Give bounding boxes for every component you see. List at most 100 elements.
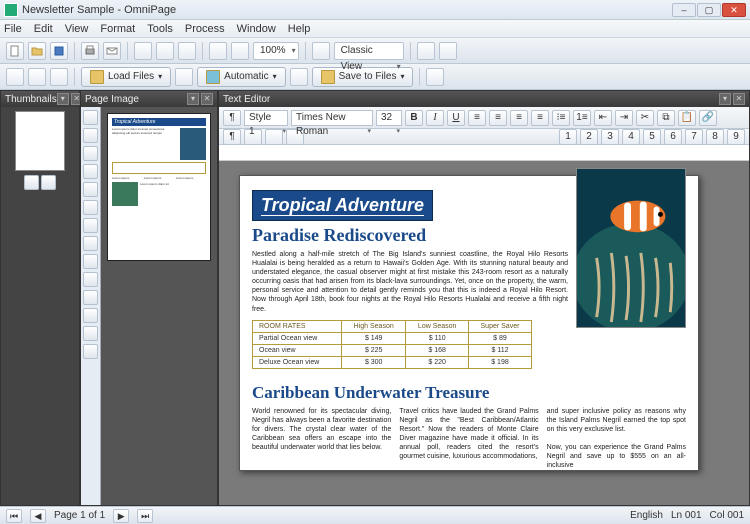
rotate-tool[interactable]	[83, 236, 98, 251]
crop-tool[interactable]	[83, 272, 98, 287]
options-icon[interactable]	[134, 42, 152, 60]
zoom-icon[interactable]	[231, 42, 249, 60]
ruler[interactable]	[219, 145, 749, 161]
table-row: Ocean view$ 225$ 168$ 112	[253, 344, 532, 356]
font-select[interactable]: Times New Roman	[291, 110, 373, 126]
bullet-list-button[interactable]: ⁝≡	[552, 110, 570, 126]
page-image-view[interactable]: Tropical Adventure Lorem ipsum dolor sit…	[101, 107, 217, 505]
panel-menu-icon[interactable]: ▾	[719, 93, 731, 105]
tb-mark5[interactable]: 5	[643, 129, 661, 145]
erase-tool[interactable]	[83, 308, 98, 323]
document-area[interactable]: Tropical Adventure Paradise Rediscovered…	[219, 161, 749, 505]
align-center-button[interactable]: ≡	[489, 110, 507, 126]
para-style-icon[interactable]: ¶	[223, 110, 241, 126]
menu-process[interactable]: Process	[185, 23, 225, 35]
panel-close-icon[interactable]: ✕	[733, 93, 745, 105]
tb-mark9[interactable]: 9	[727, 129, 745, 145]
save-file-icon	[321, 70, 335, 84]
automatic-button[interactable]: Automatic▾	[197, 67, 285, 87]
save-icon[interactable]	[50, 42, 68, 60]
tool2-icon[interactable]	[178, 42, 196, 60]
menu-format[interactable]: Format	[100, 23, 135, 35]
new-icon[interactable]	[6, 42, 24, 60]
underline-button[interactable]: U	[447, 110, 465, 126]
mail-icon[interactable]	[103, 42, 121, 60]
hand-tool[interactable]	[83, 128, 98, 143]
tb-mark3[interactable]: 3	[601, 129, 619, 145]
menu-view[interactable]: View	[65, 23, 89, 35]
maximize-button[interactable]: ▢	[697, 3, 721, 17]
zoom-select[interactable]: 100%	[253, 42, 299, 60]
paste-button[interactable]: 📋	[678, 110, 696, 126]
align-right-button[interactable]: ≡	[510, 110, 528, 126]
italic-button[interactable]: I	[426, 110, 444, 126]
menu-file[interactable]: File	[4, 23, 22, 35]
number-list-button[interactable]: 1≡	[573, 110, 591, 126]
tb-mark8[interactable]: 8	[706, 129, 724, 145]
tb-mark4[interactable]: 4	[622, 129, 640, 145]
outdent-button[interactable]: ⇤	[594, 110, 612, 126]
bold-button[interactable]: B	[405, 110, 423, 126]
panel-menu-icon[interactable]: ▾	[57, 93, 69, 105]
zoom-tool[interactable]	[83, 326, 98, 341]
page-image-panel: Page Image ▾✕ Trop	[80, 90, 218, 506]
style-select[interactable]: Style 1	[244, 110, 288, 126]
wf-step2-icon[interactable]	[28, 68, 46, 86]
wf-step1-icon[interactable]	[6, 68, 24, 86]
last-page-button[interactable]: ⏭	[137, 509, 153, 523]
tool-icon[interactable]	[156, 42, 174, 60]
fit-tool[interactable]	[83, 344, 98, 359]
show-formatting-button[interactable]: ¶	[223, 129, 241, 145]
size-select[interactable]: 32	[376, 110, 402, 126]
prev-page-button[interactable]: ◀	[30, 509, 46, 523]
thumb-tool1[interactable]	[24, 175, 39, 190]
doc-col3: and super inclusive policy as reasons wh…	[547, 407, 686, 471]
load-files-button[interactable]: Load Files▾	[81, 67, 171, 87]
doc-heading1: Paradise Rediscovered	[252, 225, 568, 246]
menu-edit[interactable]: Edit	[34, 23, 53, 35]
close-button[interactable]: ✕	[722, 3, 746, 17]
tb-mark1[interactable]: 1	[559, 129, 577, 145]
tb-mark7[interactable]: 7	[685, 129, 703, 145]
link-button[interactable]: 🔗	[699, 110, 717, 126]
reorder-tool[interactable]	[83, 218, 98, 233]
view-select[interactable]: Classic View	[334, 42, 404, 60]
text-tool[interactable]	[83, 182, 98, 197]
open-icon[interactable]	[28, 42, 46, 60]
rates-table: ROOM RATESHigh SeasonLow SeasonSuper Sav…	[252, 320, 532, 369]
wf-arrow1-icon[interactable]	[175, 68, 193, 86]
tb-mark2[interactable]: 2	[580, 129, 598, 145]
extra1-icon[interactable]	[417, 42, 435, 60]
wf-arrow2-icon[interactable]	[290, 68, 308, 86]
first-page-button[interactable]: ⏮	[6, 509, 22, 523]
auto-icon	[206, 70, 220, 84]
para-icon[interactable]	[312, 42, 330, 60]
minimize-button[interactable]: –	[672, 3, 696, 17]
table-tool[interactable]	[83, 164, 98, 179]
next-page-button[interactable]: ▶	[113, 509, 129, 523]
wf-extra-icon[interactable]	[426, 68, 444, 86]
indent-button[interactable]: ⇥	[615, 110, 633, 126]
tb-extra2[interactable]	[265, 129, 283, 145]
fill-tool[interactable]	[83, 290, 98, 305]
panel-close-icon[interactable]: ✕	[201, 93, 213, 105]
extra2-icon[interactable]	[439, 42, 457, 60]
print-icon[interactable]	[81, 42, 99, 60]
menu-help[interactable]: Help	[288, 23, 311, 35]
pointer-tool[interactable]	[83, 110, 98, 125]
zoom-fit-icon[interactable]	[209, 42, 227, 60]
copy-button[interactable]: ⧉	[657, 110, 675, 126]
panel-menu-icon[interactable]: ▾	[187, 93, 199, 105]
wf-step3-icon[interactable]	[50, 68, 68, 86]
cut-button[interactable]: ✂	[636, 110, 654, 126]
delete-tool[interactable]	[83, 200, 98, 215]
thumb-tool2[interactable]	[41, 175, 56, 190]
justify-button[interactable]: ≡	[531, 110, 549, 126]
deskew-tool[interactable]	[83, 254, 98, 269]
menu-tools[interactable]: Tools	[147, 23, 173, 35]
zone-tool[interactable]	[83, 146, 98, 161]
page-thumbnail[interactable]	[15, 111, 65, 171]
tb-mark6[interactable]: 6	[664, 129, 682, 145]
align-left-button[interactable]: ≡	[468, 110, 486, 126]
menu-window[interactable]: Window	[237, 23, 276, 35]
